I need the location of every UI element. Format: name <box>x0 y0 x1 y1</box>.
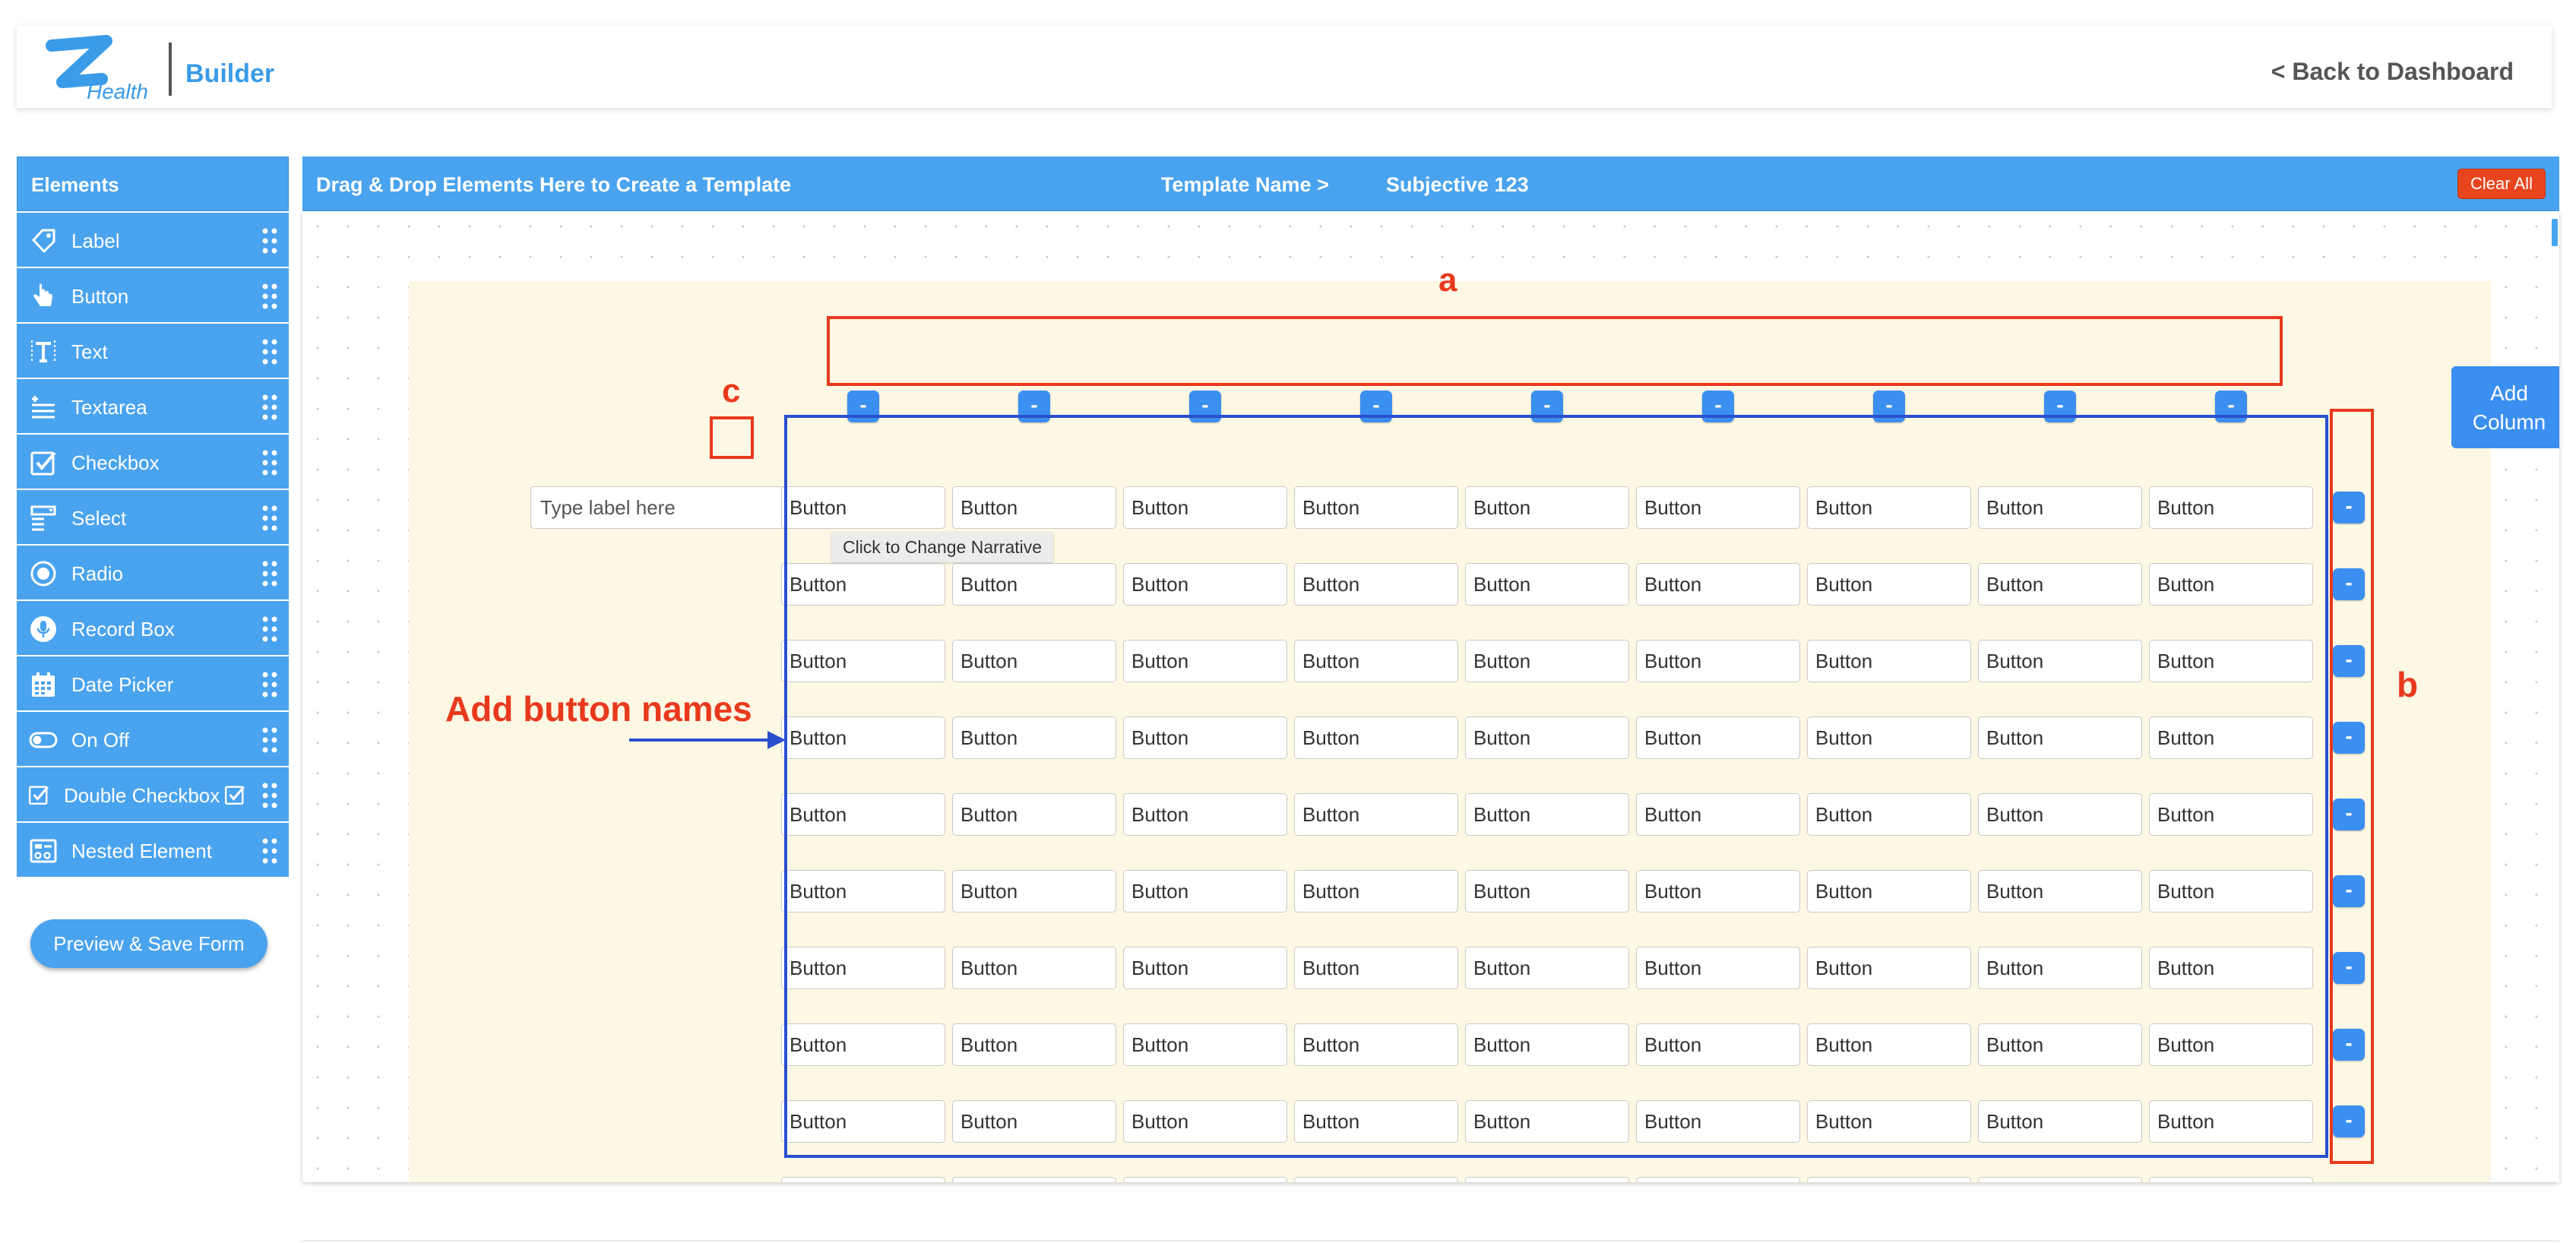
drag-handle-icon[interactable] <box>261 504 278 533</box>
sidebar-item-text-text: Text <box>71 340 108 363</box>
annotation-box-c <box>710 416 754 459</box>
sidebar-title: Elements <box>17 157 289 211</box>
drag-handle-icon[interactable] <box>261 670 278 699</box>
annotation-box-a <box>827 316 2283 386</box>
sidebar-item-button[interactable]: Button <box>17 267 289 322</box>
sidebar-item-nested-element-text: Nested Element <box>71 840 212 862</box>
canvas-header: Drag & Drop Elements Here to Create a Te… <box>302 157 2559 211</box>
sidebar-item-label[interactable]: Label <box>17 211 289 267</box>
annotation-label-a: a <box>1438 261 1457 299</box>
row-label-input[interactable]: Type label here <box>530 486 819 529</box>
footer-divider <box>302 1240 2559 1241</box>
scrollbar[interactable] <box>2552 219 2558 246</box>
drag-handle-icon[interactable] <box>261 781 278 810</box>
logo-divider <box>169 43 172 96</box>
sidebar-item-checkbox[interactable]: Checkbox <box>17 433 289 489</box>
button-name-input[interactable]: Button <box>952 1177 1116 1182</box>
text-t-icon <box>31 340 55 363</box>
canvas-heading: Drag & Drop Elements Here to Create a Te… <box>316 173 792 196</box>
sidebar-item-select[interactable]: Select <box>17 489 289 544</box>
sidebar-item-record-box-text: Record Box <box>71 618 175 640</box>
drag-handle-icon[interactable] <box>261 837 278 865</box>
sidebar-item-label-text: Label <box>71 229 120 252</box>
drag-handle-icon[interactable] <box>261 448 278 477</box>
drag-handle-icon[interactable] <box>261 226 278 255</box>
select-list-icon <box>30 505 56 531</box>
sidebar-item-date-picker-text: Date Picker <box>71 673 174 696</box>
template-name-value: Subjective 123 <box>1386 173 1529 196</box>
radio-icon <box>30 561 56 587</box>
annotation-label-c: c <box>722 372 741 410</box>
button-name-input[interactable]: Button <box>1123 1177 1287 1182</box>
preview-save-form-button[interactable]: Preview & Save Form <box>30 919 267 968</box>
annotation-add-button-names: Add button names <box>445 689 752 729</box>
sidebar-item-textarea-text: Textarea <box>71 396 147 419</box>
sidebar-item-on-off-text: On Off <box>71 729 130 751</box>
annotation-box-b <box>2330 409 2374 1164</box>
template-name-label: Template Name > <box>1161 173 1329 196</box>
sidebar-item-radio[interactable]: Radio <box>17 544 289 599</box>
drag-handle-icon[interactable] <box>261 282 278 311</box>
button-name-input[interactable]: Button <box>1465 1177 1629 1182</box>
sidebar-item-textarea[interactable]: Textarea <box>17 378 289 433</box>
drag-handle-icon[interactable] <box>261 337 278 366</box>
checkbox-icon <box>30 451 56 476</box>
button-name-input[interactable]: Button <box>1294 1177 1458 1182</box>
top-bar: Health Builder < Back to Dashboard <box>17 26 2552 108</box>
sidebar-item-on-off[interactable]: On Off <box>17 710 289 766</box>
toggle-icon <box>29 732 58 748</box>
sidebar-item-double-checkbox-text: Double Checkbox <box>64 784 220 807</box>
clear-all-button[interactable]: Clear All <box>2457 169 2546 199</box>
microphone-icon <box>30 616 56 642</box>
sidebar-item-text[interactable]: Text <box>17 322 289 378</box>
zhealth-logo: Health <box>46 35 148 102</box>
textarea-lines-icon <box>32 396 55 419</box>
sidebar-item-record-box[interactable]: Record Box <box>17 599 289 655</box>
brand-title: Builder <box>185 59 275 88</box>
sidebar-item-double-checkbox[interactable]: Double Checkbox <box>17 766 289 821</box>
add-column-button[interactable]: Add Column <box>2451 366 2559 448</box>
tag-icon <box>32 229 55 253</box>
sidebar-item-checkbox-text: Checkbox <box>71 451 160 474</box>
button-name-input[interactable]: Button <box>2149 1177 2313 1182</box>
annotation-arrow <box>629 731 786 749</box>
button-name-input[interactable]: Button <box>1636 1177 1800 1182</box>
drag-handle-icon[interactable] <box>261 615 278 644</box>
back-to-dashboard-link[interactable]: < Back to Dashboard <box>2271 58 2514 86</box>
checkbox-icon <box>224 786 245 805</box>
pointer-hand-icon <box>33 283 52 306</box>
calendar-icon <box>32 672 55 697</box>
sidebar-item-date-picker[interactable]: Date Picker <box>17 655 289 710</box>
button-name-input[interactable]: Button <box>1807 1177 1971 1182</box>
drag-handle-icon[interactable] <box>261 393 278 422</box>
drag-handle-icon[interactable] <box>261 726 278 754</box>
nested-element-icon <box>30 839 57 863</box>
drag-handle-icon[interactable] <box>261 559 278 588</box>
sidebar-item-nested-element[interactable]: Nested Element <box>17 821 289 877</box>
svg-text:Health: Health <box>87 80 148 102</box>
sidebar-item-button-text: Button <box>71 285 129 308</box>
sidebar-item-select-text: Select <box>71 507 127 530</box>
checkbox-icon <box>28 786 49 805</box>
annotation-box-grid <box>784 415 2328 1158</box>
sidebar-item-radio-text: Radio <box>71 562 123 585</box>
button-name-input[interactable]: Button <box>1978 1177 2142 1182</box>
button-name-input[interactable]: Button <box>781 1177 945 1182</box>
annotation-label-b: b <box>2397 665 2419 704</box>
elements-sidebar: Elements Label Button Text Textarea Chec… <box>17 157 289 877</box>
